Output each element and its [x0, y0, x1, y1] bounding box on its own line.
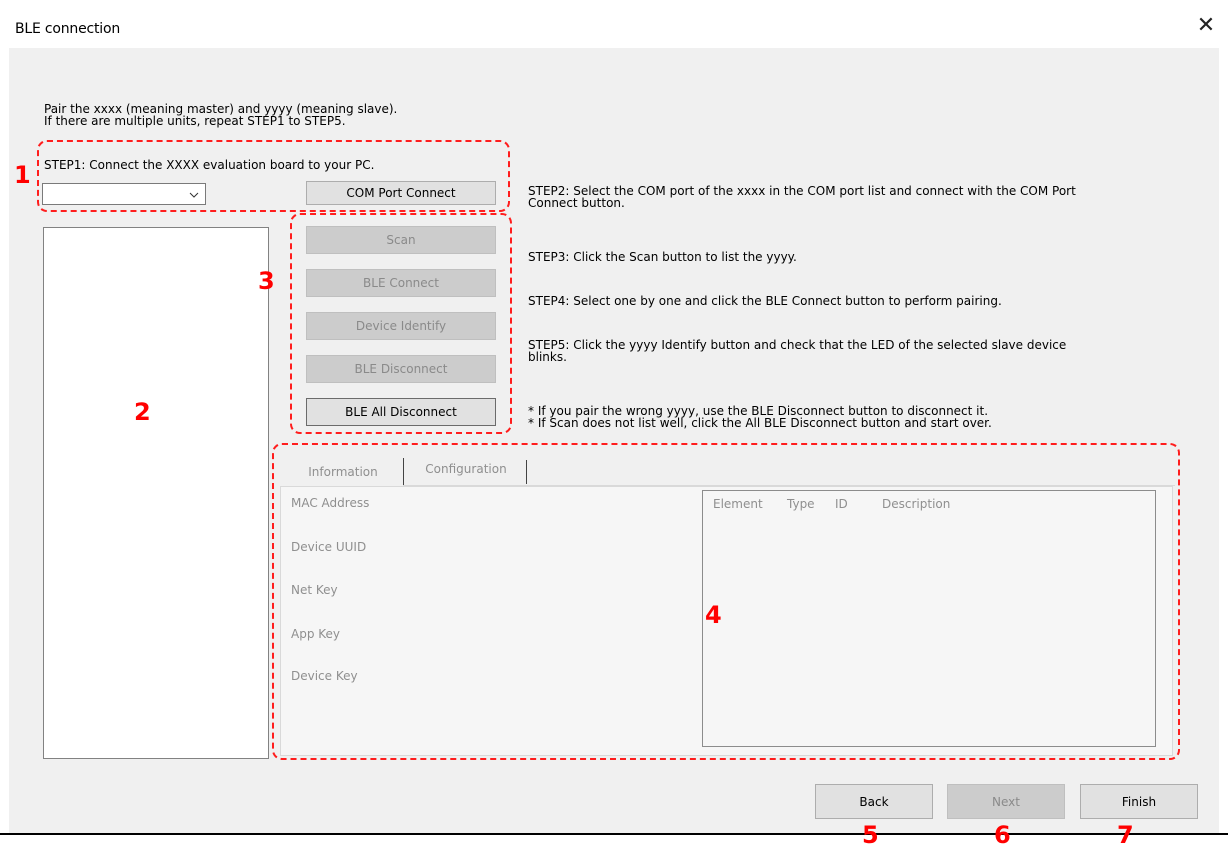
- device-identify-button[interactable]: Device Identify: [306, 312, 496, 340]
- step3-text: STEP3: Click the Scan button to list the…: [528, 250, 797, 264]
- annotation-number-3: 3: [258, 267, 275, 295]
- close-icon[interactable]: ✕: [1193, 13, 1219, 39]
- step5-text-line-1: STEP5: Click the yyyy Identify button an…: [528, 338, 1067, 352]
- step1-text: STEP1: Connect the XXXX evaluation board…: [44, 158, 375, 172]
- step2-text-line-2: Connect button.: [528, 196, 625, 210]
- title-bar: [0, 0, 1228, 42]
- device-list[interactable]: [43, 227, 269, 759]
- net-key-label: Net Key: [291, 583, 338, 597]
- annotation-number-4: 4: [705, 601, 722, 629]
- step4-text: STEP4: Select one by one and click the B…: [528, 294, 1002, 308]
- note-scan-issue: * If Scan does not list well, click the …: [528, 416, 992, 430]
- device-uuid-label: Device UUID: [291, 540, 367, 554]
- element-list[interactable]: Element Type ID Description: [702, 490, 1156, 747]
- ble-disconnect-button[interactable]: BLE Disconnect: [306, 355, 496, 383]
- next-button[interactable]: Next: [947, 784, 1065, 819]
- app-key-label: App Key: [291, 627, 341, 641]
- mac-address-label: MAC Address: [291, 496, 370, 510]
- ble-all-disconnect-button[interactable]: BLE All Disconnect: [306, 398, 496, 426]
- tab-configuration[interactable]: Configuration: [406, 458, 526, 480]
- bottom-border: [0, 833, 1228, 835]
- annotation-number-7: 7: [1117, 821, 1134, 849]
- com-port-select[interactable]: [42, 183, 206, 205]
- scan-button[interactable]: Scan: [306, 226, 496, 254]
- tab-configuration-label: Configuration: [425, 462, 507, 476]
- column-header-id: ID: [835, 497, 848, 511]
- chevron-down-icon: [189, 192, 199, 198]
- column-header-description: Description: [882, 497, 951, 511]
- column-header-element: Element: [713, 497, 763, 511]
- tab-strip-line: [403, 485, 1175, 486]
- column-header-type: Type: [787, 497, 815, 511]
- annotation-number-6: 6: [994, 821, 1011, 849]
- finish-button[interactable]: Finish: [1080, 784, 1198, 819]
- annotation-number-1: 1: [14, 161, 31, 189]
- annotation-number-2: 2: [134, 398, 151, 426]
- com-port-connect-button[interactable]: COM Port Connect: [306, 181, 496, 205]
- tab-information-label: Information: [308, 465, 378, 479]
- ble-connect-button[interactable]: BLE Connect: [306, 269, 496, 297]
- back-button[interactable]: Back: [815, 784, 933, 819]
- step5-text-line-2: blinks.: [528, 350, 567, 364]
- tab-information[interactable]: Information: [283, 458, 403, 486]
- annotation-number-5: 5: [862, 821, 879, 849]
- intro-line-2: If there are multiple units, repeat STEP…: [44, 114, 346, 128]
- device-key-label: Device Key: [291, 669, 358, 683]
- tab-divider: [526, 460, 527, 484]
- window-title: BLE connection: [15, 21, 121, 37]
- tab-divider: [403, 458, 404, 486]
